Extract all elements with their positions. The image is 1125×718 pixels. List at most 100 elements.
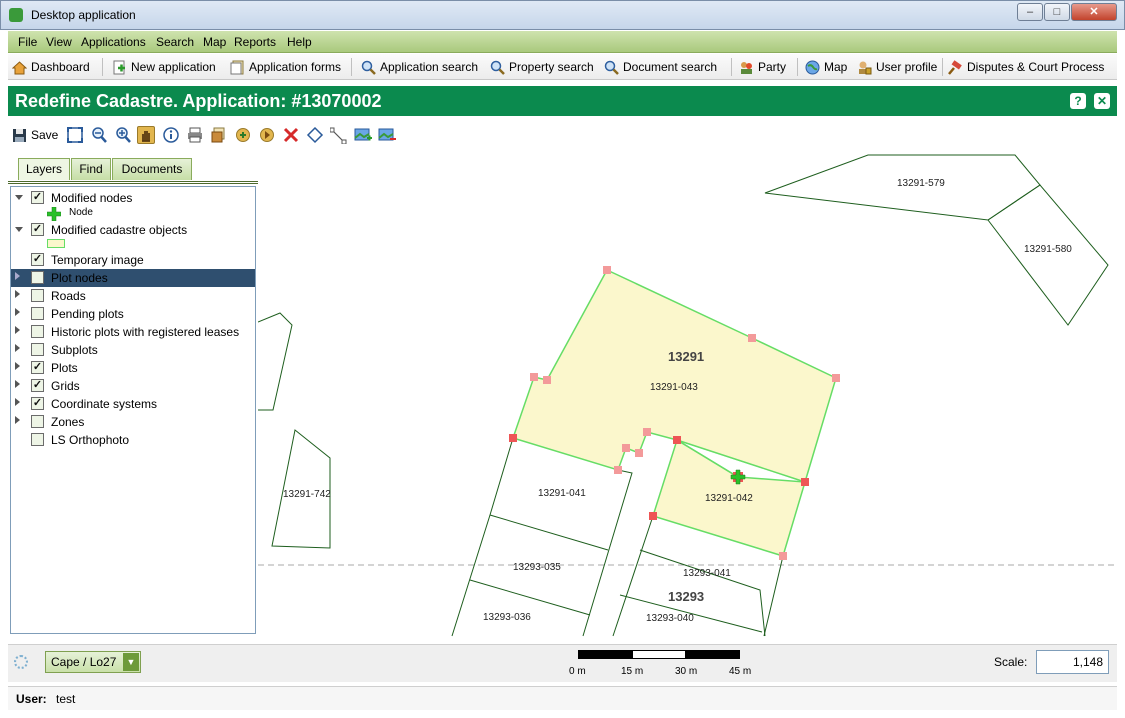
layer-modified-cadastre-objects[interactable]: ✓ Modified cadastre objects [11, 221, 255, 239]
tab-documents[interactable]: Documents [112, 158, 192, 180]
layer-plots[interactable]: ✓ Plots [11, 359, 255, 377]
save-button[interactable]: Save [12, 126, 58, 144]
map-drawing[interactable]: 13291-579 13291-580 13291-742 13291 1329… [258, 152, 1117, 642]
chevron-down-icon[interactable]: ▼ [123, 653, 139, 671]
select-polygon-icon[interactable] [306, 126, 324, 144]
expand-arrow-icon[interactable] [15, 344, 20, 352]
expand-arrow-icon[interactable] [15, 272, 20, 280]
menu-applications[interactable]: Applications [81, 35, 146, 49]
layer-checkbox[interactable] [31, 415, 44, 428]
node-marker[interactable] [832, 374, 840, 382]
expand-arrow-icon[interactable] [15, 416, 20, 424]
layers-icon[interactable] [210, 126, 228, 144]
expand-arrow-icon[interactable] [15, 362, 20, 370]
new-document-icon [112, 60, 127, 75]
menu-reports[interactable]: Reports [234, 35, 276, 49]
menu-help[interactable]: Help [287, 35, 312, 49]
full-extent-icon[interactable] [66, 126, 84, 144]
tab-find[interactable]: Find [71, 158, 111, 180]
layer-checkbox[interactable]: ✓ [31, 223, 44, 236]
line-icon[interactable] [329, 126, 348, 145]
info-icon[interactable] [162, 126, 180, 144]
layer-temporary-image[interactable]: ✓ Temporary image [11, 251, 255, 269]
add-point-icon[interactable] [234, 126, 252, 144]
pan-icon[interactable] [137, 126, 155, 144]
expand-arrow-icon[interactable] [15, 195, 23, 200]
layer-checkbox[interactable] [31, 307, 44, 320]
layer-checkbox[interactable] [31, 289, 44, 302]
layer-checkbox[interactable] [31, 433, 44, 446]
crs-selector[interactable]: Cape / Lo27 ▼ [45, 651, 141, 673]
node-marker[interactable] [801, 478, 809, 486]
node-marker[interactable] [635, 449, 643, 457]
user-label: User: [16, 692, 47, 706]
layer-roads[interactable]: Roads [11, 287, 255, 305]
delete-icon[interactable] [282, 126, 300, 144]
node-marker[interactable] [530, 373, 538, 381]
layer-checkbox[interactable] [31, 343, 44, 356]
edit-point-icon[interactable] [258, 126, 276, 144]
scale-input[interactable]: 1,148 [1036, 650, 1109, 674]
menu-map[interactable]: Map [203, 35, 226, 49]
layer-coordinate-systems[interactable]: ✓ Coordinate systems [11, 395, 255, 413]
layer-zones[interactable]: Zones [11, 413, 255, 431]
add-image-icon[interactable] [354, 126, 372, 144]
menu-file[interactable]: File [18, 35, 37, 49]
expand-arrow-icon[interactable] [15, 380, 20, 388]
plot-west-fragment[interactable] [258, 312, 293, 411]
print-icon[interactable] [186, 126, 204, 144]
remove-image-icon[interactable] [378, 126, 396, 144]
document-search-button[interactable]: Document search [604, 58, 717, 76]
layer-pending-plots[interactable]: Pending plots [11, 305, 255, 323]
minimize-button[interactable]: – [1017, 3, 1043, 21]
property-search-button[interactable]: Property search [490, 58, 594, 76]
layer-checkbox[interactable] [31, 325, 44, 338]
maximize-button[interactable]: □ [1044, 3, 1070, 21]
expand-arrow-icon[interactable] [15, 398, 20, 406]
node-marker[interactable] [649, 512, 657, 520]
application-search-button[interactable]: Application search [361, 58, 478, 76]
disputes-button[interactable]: Disputes & Court Process [948, 58, 1104, 76]
node-marker[interactable] [779, 552, 787, 560]
expand-arrow-icon[interactable] [15, 227, 23, 232]
layer-checkbox[interactable]: ✓ [31, 379, 44, 392]
node-marker[interactable] [643, 428, 651, 436]
layer-ls-orthophoto[interactable]: LS Orthophoto [11, 431, 255, 449]
expand-arrow-icon[interactable] [15, 326, 20, 334]
node-marker[interactable] [603, 266, 611, 274]
layer-checkbox[interactable]: ✓ [31, 253, 44, 266]
layer-plot-nodes[interactable]: Plot nodes [11, 269, 255, 287]
layer-grids[interactable]: ✓ Grids [11, 377, 255, 395]
tab-layers[interactable]: Layers [18, 158, 70, 180]
node-marker[interactable] [614, 466, 622, 474]
map-canvas[interactable]: 13291-579 13291-580 13291-742 13291 1329… [258, 152, 1117, 642]
expand-arrow-icon[interactable] [15, 290, 20, 298]
expand-arrow-icon[interactable] [15, 308, 20, 316]
node-marker[interactable] [543, 376, 551, 384]
application-forms-button[interactable]: Application forms [230, 58, 341, 76]
user-profile-button[interactable]: User profile [857, 58, 937, 76]
layer-checkbox[interactable]: ✓ [31, 397, 44, 410]
menu-search[interactable]: Search [156, 35, 194, 49]
node-marker[interactable] [673, 436, 681, 444]
node-marker[interactable] [748, 334, 756, 342]
node-marker[interactable] [622, 444, 630, 452]
node-marker[interactable] [509, 434, 517, 442]
layer-subplots[interactable]: Subplots [11, 341, 255, 359]
layer-historic-plots[interactable]: Historic plots with registered leases [11, 323, 255, 341]
new-application-button[interactable]: New application [112, 58, 216, 76]
layer-checkbox[interactable] [31, 271, 44, 284]
zoom-out-icon[interactable] [90, 126, 108, 144]
plot-13291-580[interactable] [987, 184, 1109, 326]
menu-view[interactable]: View [46, 35, 72, 49]
close-page-button[interactable]: ✕ [1094, 93, 1110, 109]
dashboard-button[interactable]: Dashboard [11, 58, 90, 76]
party-button[interactable]: Party [739, 58, 786, 76]
close-window-button[interactable]: ✕ [1071, 3, 1117, 21]
layer-checkbox[interactable]: ✓ [31, 191, 44, 204]
layer-modified-nodes[interactable]: ✓ Modified nodes [11, 189, 255, 207]
zoom-in-icon[interactable] [114, 126, 132, 144]
layer-checkbox[interactable]: ✓ [31, 361, 44, 374]
help-button[interactable]: ? [1070, 93, 1086, 109]
map-button[interactable]: Map [805, 58, 847, 76]
